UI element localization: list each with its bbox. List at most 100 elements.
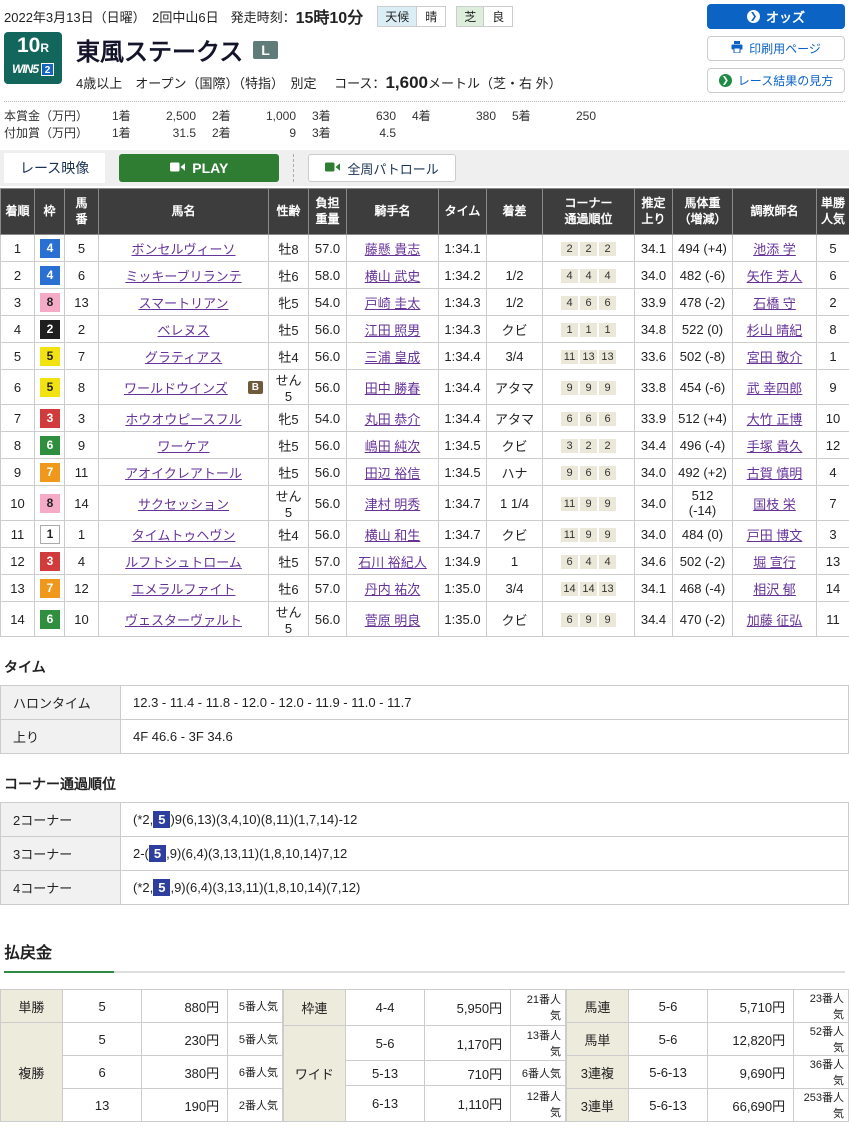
race-number-suffix: R: [40, 41, 49, 55]
last-3f: 33.6: [635, 343, 673, 370]
payout-amount: 66,690円: [708, 1089, 794, 1122]
trainer-name-link[interactable]: 古賀 慎明: [747, 466, 803, 481]
horse-name-link[interactable]: ミッキーブリランテ: [125, 269, 241, 284]
margin: [487, 235, 543, 262]
payout-popularity: 13番人気: [511, 1025, 566, 1061]
jockey-name-link[interactable]: 丹内 祐次: [365, 582, 421, 597]
horse-name-link[interactable]: ヴェスターヴァルト: [125, 613, 242, 628]
jockey-name-link[interactable]: 田辺 裕信: [365, 466, 421, 481]
horse-name-link[interactable]: サクセッション: [138, 497, 229, 512]
payout-amount: 880円: [142, 990, 228, 1023]
prize-rank: 1着: [112, 125, 144, 142]
main-prize-values: 1着2,5002着1,0003着6304着3805着250: [112, 108, 612, 125]
odds-button[interactable]: ❯ オッズ: [707, 4, 845, 29]
jockey-name-link[interactable]: 藤懸 貴志: [365, 242, 421, 257]
jockey-cell: 横山 武史: [347, 262, 439, 289]
last-3f: 34.6: [635, 548, 673, 575]
payout-popularity: 5番人気: [228, 1023, 283, 1056]
carried-weight: 56.0: [309, 459, 347, 486]
horse-name-link[interactable]: ボンセルヴィーソ: [131, 242, 235, 257]
race-result-page: ❯ オッズ 印刷用ページ ❯ レース結果の見方 2022年3月13日（日曜） 2…: [0, 0, 849, 1132]
track-conditions: 天候 晴 芝 良: [377, 6, 513, 27]
trainer-name-link[interactable]: 相沢 郁: [753, 582, 796, 597]
course-detail: メートル（芝・右 外）: [428, 76, 562, 91]
payout-amount: 190円: [142, 1089, 228, 1122]
trainer-cell: 国枝 栄: [733, 486, 817, 521]
jockey-name-link[interactable]: 丸田 恭介: [365, 412, 421, 427]
header-trainer: 調教師名: [733, 189, 817, 235]
trainer-name-link[interactable]: 杉山 晴紀: [747, 323, 803, 338]
result-row: 9 7 11 アオイクレアトール 牡5 56.0 田辺 裕信 1:34.5 ハナ…: [1, 459, 849, 486]
result-row: 13 7 12 エメラルファイト 牡6 57.0 丹内 祐次 1:35.0 3/…: [1, 575, 849, 602]
jockey-name-link[interactable]: 横山 武史: [365, 269, 421, 284]
race-name: 東風ステークス: [76, 32, 243, 67]
race-number: 10: [17, 34, 40, 57]
jockey-name-link[interactable]: 菅原 明良: [365, 613, 421, 628]
horse-name-link[interactable]: エメラルファイト: [131, 582, 235, 597]
play-button[interactable]: PLAY: [119, 154, 279, 182]
jockey-name-link[interactable]: 田中 勝春: [365, 381, 421, 396]
corner-order-table: 2コーナー (*2,5)9(6,13)(3,4,10)(8,11)(1,7,14…: [0, 802, 849, 905]
payout-row-sanrentan: 3連単 5-6-13 66,690円 253番人気: [567, 1089, 849, 1122]
horse-name-link[interactable]: ベレヌス: [157, 323, 209, 338]
corner-row: 4コーナー (*2,5,9)(6,4)(3,13,11)(1,8,10,14)(…: [1, 871, 849, 905]
jockey-name-link[interactable]: 江田 照男: [365, 323, 421, 338]
jockey-name-link[interactable]: 横山 和生: [365, 528, 421, 543]
trainer-name-link[interactable]: 宮田 敬介: [747, 350, 803, 365]
jockey-cell: 丸田 恭介: [347, 405, 439, 432]
frame-cell: 5: [35, 343, 65, 370]
patrol-video-button[interactable]: 全周パトロール: [308, 154, 455, 182]
jockey-name-link[interactable]: 三浦 皇成: [365, 350, 421, 365]
trainer-cell: 杉山 晴紀: [733, 316, 817, 343]
jockey-name-link[interactable]: 嶋田 純次: [365, 439, 421, 454]
trainer-name-link[interactable]: 国枝 栄: [753, 497, 796, 512]
trainer-name-link[interactable]: 池添 学: [753, 242, 796, 257]
frame-cell: 1: [35, 521, 65, 548]
horse-name-link[interactable]: ホウオウピースフル: [125, 412, 241, 427]
horse-name-link[interactable]: アオイクレアトール: [125, 466, 242, 481]
corner-order-text: (*2,: [133, 880, 153, 895]
combination: 5-6: [628, 1023, 708, 1056]
bet-type-label: 複勝: [1, 1023, 63, 1122]
jockey-name-link[interactable]: 戸崎 圭太: [365, 296, 421, 311]
print-page-button[interactable]: 印刷用ページ: [707, 36, 845, 61]
payout-amount: 1,170円: [425, 1025, 511, 1061]
horse-number: 1: [65, 521, 99, 548]
corner-positions: 111313: [543, 343, 635, 370]
sex-age: 牡6: [269, 262, 309, 289]
margin: アタマ: [487, 370, 543, 405]
guide-button-label: レース結果の見方: [738, 72, 833, 89]
horse-name-link[interactable]: タイムトゥヘヴン: [132, 528, 236, 543]
horse-number: 10: [65, 602, 99, 637]
corner-row-label: 2コーナー: [1, 803, 121, 837]
combination: 5-6: [628, 990, 708, 1023]
bet-type-label: 3連複: [567, 1056, 629, 1089]
tab-race-video[interactable]: レース映像: [4, 153, 105, 183]
bet-type-label: 3連単: [567, 1089, 629, 1122]
weather-label: 天候: [378, 7, 417, 26]
trainer-name-link[interactable]: 武 幸四郎: [747, 381, 803, 396]
horse-name-link[interactable]: ワーケア: [157, 439, 209, 454]
combination: 5: [62, 1023, 142, 1056]
jockey-name-link[interactable]: 津村 明秀: [365, 497, 421, 512]
frame-cell: 7: [35, 575, 65, 602]
payout-popularity: 6番人気: [228, 1056, 283, 1089]
time-row-label: ハロンタイム: [1, 686, 121, 720]
horse-name-link[interactable]: ルフトシュトローム: [125, 555, 242, 570]
horse-name-link[interactable]: グラティアス: [145, 350, 222, 365]
jockey-name-link[interactable]: 石川 裕紀人: [358, 555, 427, 570]
trainer-name-link[interactable]: 矢作 芳人: [747, 269, 803, 284]
jockey-cell: 戸崎 圭太: [347, 289, 439, 316]
horse-name-link[interactable]: スマートリアン: [138, 296, 228, 311]
horse-name-link[interactable]: ワールドウインズ: [124, 381, 228, 396]
trainer-name-link[interactable]: 堀 宣行: [753, 555, 796, 570]
winner-highlight: 5: [153, 879, 170, 896]
result-guide-button[interactable]: ❯ レース結果の見方: [707, 68, 845, 93]
trainer-name-link[interactable]: 手塚 貴久: [747, 439, 803, 454]
trainer-name-link[interactable]: 加藤 征弘: [747, 613, 803, 628]
trainer-name-link[interactable]: 戸田 博文: [747, 528, 803, 543]
win-popularity: 4: [817, 459, 849, 486]
trainer-name-link[interactable]: 石橋 守: [753, 296, 796, 311]
last-3f: 34.8: [635, 316, 673, 343]
trainer-name-link[interactable]: 大竹 正博: [747, 412, 803, 427]
